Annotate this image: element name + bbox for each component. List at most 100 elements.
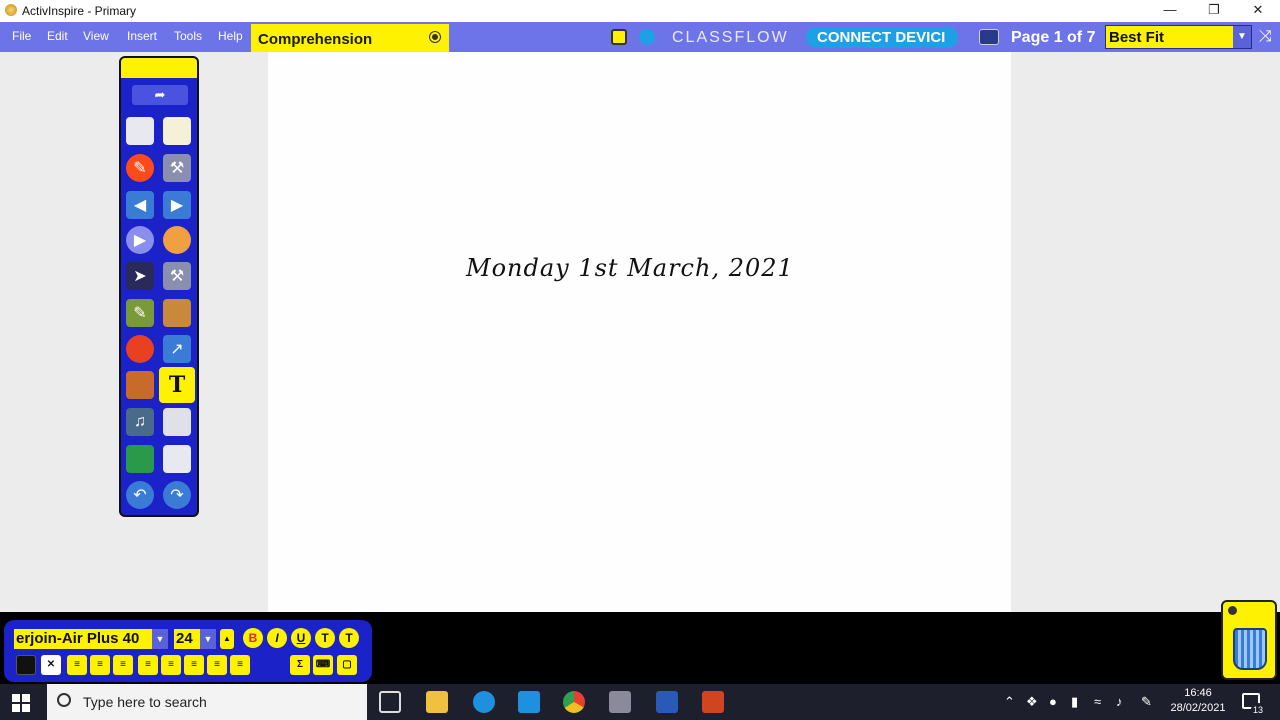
tools-icon[interactable]: ⚒ [163,154,191,182]
outdent-icon[interactable]: ≡ [161,655,181,675]
menu-help[interactable]: Help [218,29,243,43]
chevron-down-icon[interactable]: ▼ [152,629,168,649]
activinspire-icon[interactable] [609,691,631,713]
font-select[interactable]: erjoin-Air Plus 40 ▼ [14,629,168,649]
volume-icon[interactable]: ♪ [1116,694,1123,709]
menu-file[interactable]: File [12,29,31,43]
bold-button[interactable]: B [243,628,263,648]
activ-icon[interactable] [639,29,655,45]
chrome-icon[interactable] [563,691,585,713]
connect-device-button[interactable]: CONNECT DEVICI [806,27,958,48]
shape-icon[interactable] [126,335,154,363]
play-icon[interactable]: ▶ [126,226,154,254]
menu-tools[interactable]: Tools [174,29,202,43]
font-value: erjoin-Air Plus 40 [16,630,140,647]
dropbox-icon[interactable]: ❖ [1026,694,1038,710]
undo-icon[interactable]: ↶ [126,481,154,509]
next-page-icon[interactable]: ▶ [163,191,191,219]
text-box-icon[interactable]: ▢ [337,655,357,675]
file-explorer-icon[interactable] [426,691,448,713]
font-size-value: 24 [176,630,193,647]
list-icon[interactable]: ≡ [230,655,250,675]
fill-icon[interactable] [163,299,191,327]
close-icon[interactable] [1228,606,1237,615]
mail-icon[interactable] [518,691,540,713]
keyboard-icon[interactable]: ⌨ [313,655,333,675]
text-tool-icon[interactable]: T [159,367,195,403]
flipchart-page[interactable] [268,52,1011,612]
text-color-icon[interactable] [16,655,36,675]
pen-workspace-icon[interactable]: ✎ [1141,694,1152,710]
menu-view[interactable]: View [83,29,109,43]
magic-ink-icon[interactable] [126,371,154,399]
search-icon [57,693,71,707]
close-flipchart-icon[interactable] [430,32,440,42]
clock-time: 16:46 [1184,687,1212,699]
windows-start-icon[interactable] [12,694,30,712]
align-left-icon[interactable]: ≡ [67,655,87,675]
menu-insert[interactable]: Insert [127,29,157,43]
main-menu-icon[interactable] [126,117,154,145]
trash-icon [1233,628,1267,670]
classflow-logo: CLASSFLOW [672,29,789,46]
chevron-up-icon[interactable]: ⌃ [1004,694,1015,710]
connector-icon[interactable]: ↗ [163,335,191,363]
wifi-icon[interactable]: ≈ [1094,694,1101,709]
clock-date: 28/02/2021 [1170,702,1226,714]
previous-page-icon[interactable]: ◀ [126,191,154,219]
window-title: ActivInspire - Primary [22,4,137,18]
numbering-icon[interactable]: ≡ [207,655,227,675]
color-palette-icon[interactable] [163,226,191,254]
powerpoint-icon[interactable] [702,691,724,713]
chevron-down-icon[interactable]: ▼ [1233,26,1251,48]
size-stepper-icon[interactable]: ▲ [220,629,234,649]
background-color-icon[interactable]: ✕ [41,655,61,675]
align-right-icon[interactable]: ≡ [113,655,133,675]
title-bar: ActivInspire - Primary — ❐ ✕ [0,0,1280,22]
media-icon[interactable]: ♫ [126,408,154,436]
notebook-icon[interactable] [611,29,627,45]
bullets-icon[interactable]: ≡ [184,655,204,675]
subscript-icon[interactable]: T [339,628,359,648]
taskbar-search[interactable]: Type here to search [47,684,367,720]
chevron-down-icon[interactable]: ▼ [200,629,216,649]
minimize-icon[interactable]: — [1148,0,1192,22]
underline-button[interactable]: U [291,628,311,648]
italic-button[interactable]: I [267,628,287,648]
flipchart-tab-label: Comprehension [258,31,373,48]
zoom-select[interactable]: Best Fit ▼ [1105,25,1252,49]
restore-icon[interactable]: ❐ [1192,0,1236,22]
share-icon[interactable]: ➦ [132,85,188,105]
pen-icon[interactable]: ✎ [126,299,154,327]
toolbox-handle[interactable] [121,58,197,78]
task-view-icon[interactable] [379,691,401,713]
close-icon[interactable]: ✕ [1236,0,1280,22]
desktop-tools-icon[interactable]: ⚒ [163,262,191,290]
reset-page-icon[interactable] [163,445,191,473]
date-text[interactable]: Monday 1st March, 2021 [466,254,794,282]
superscript-icon[interactable]: T [315,628,335,648]
indent-icon[interactable]: ≡ [138,655,158,675]
edge-icon[interactable] [473,691,495,713]
clear-icon[interactable] [126,445,154,473]
page-browser-icon[interactable] [979,29,999,45]
battery-icon[interactable]: ▮ [1071,694,1078,710]
menu-edit[interactable]: Edit [47,29,68,43]
clock[interactable]: 16:46 28/02/2021 [1166,686,1230,716]
page-tools-icon[interactable] [163,408,191,436]
flipchart-tab[interactable]: Comprehension [251,24,449,52]
microphone-icon[interactable]: ● [1049,694,1057,709]
align-center-icon[interactable]: ≡ [90,655,110,675]
word-icon[interactable] [656,691,678,713]
browser-icon[interactable] [163,117,191,145]
redo-icon[interactable]: ↷ [163,481,191,509]
taskbar: Type here to search ⌃ ❖ ● ▮ ≈ ♪ ✎ 16:46 … [0,684,1280,720]
font-size-select[interactable]: 24 ▼ [174,629,216,649]
notification-count: 13 [1251,703,1265,717]
pen-mode-icon[interactable]: ✎ [126,154,154,182]
select-icon[interactable]: ➤ [126,262,154,290]
trash-bin[interactable] [1221,600,1277,680]
fullscreen-icon[interactable]: ⤨ [1259,28,1272,46]
equation-icon[interactable]: Σ [290,655,310,675]
zoom-value: Best Fit [1109,29,1165,46]
